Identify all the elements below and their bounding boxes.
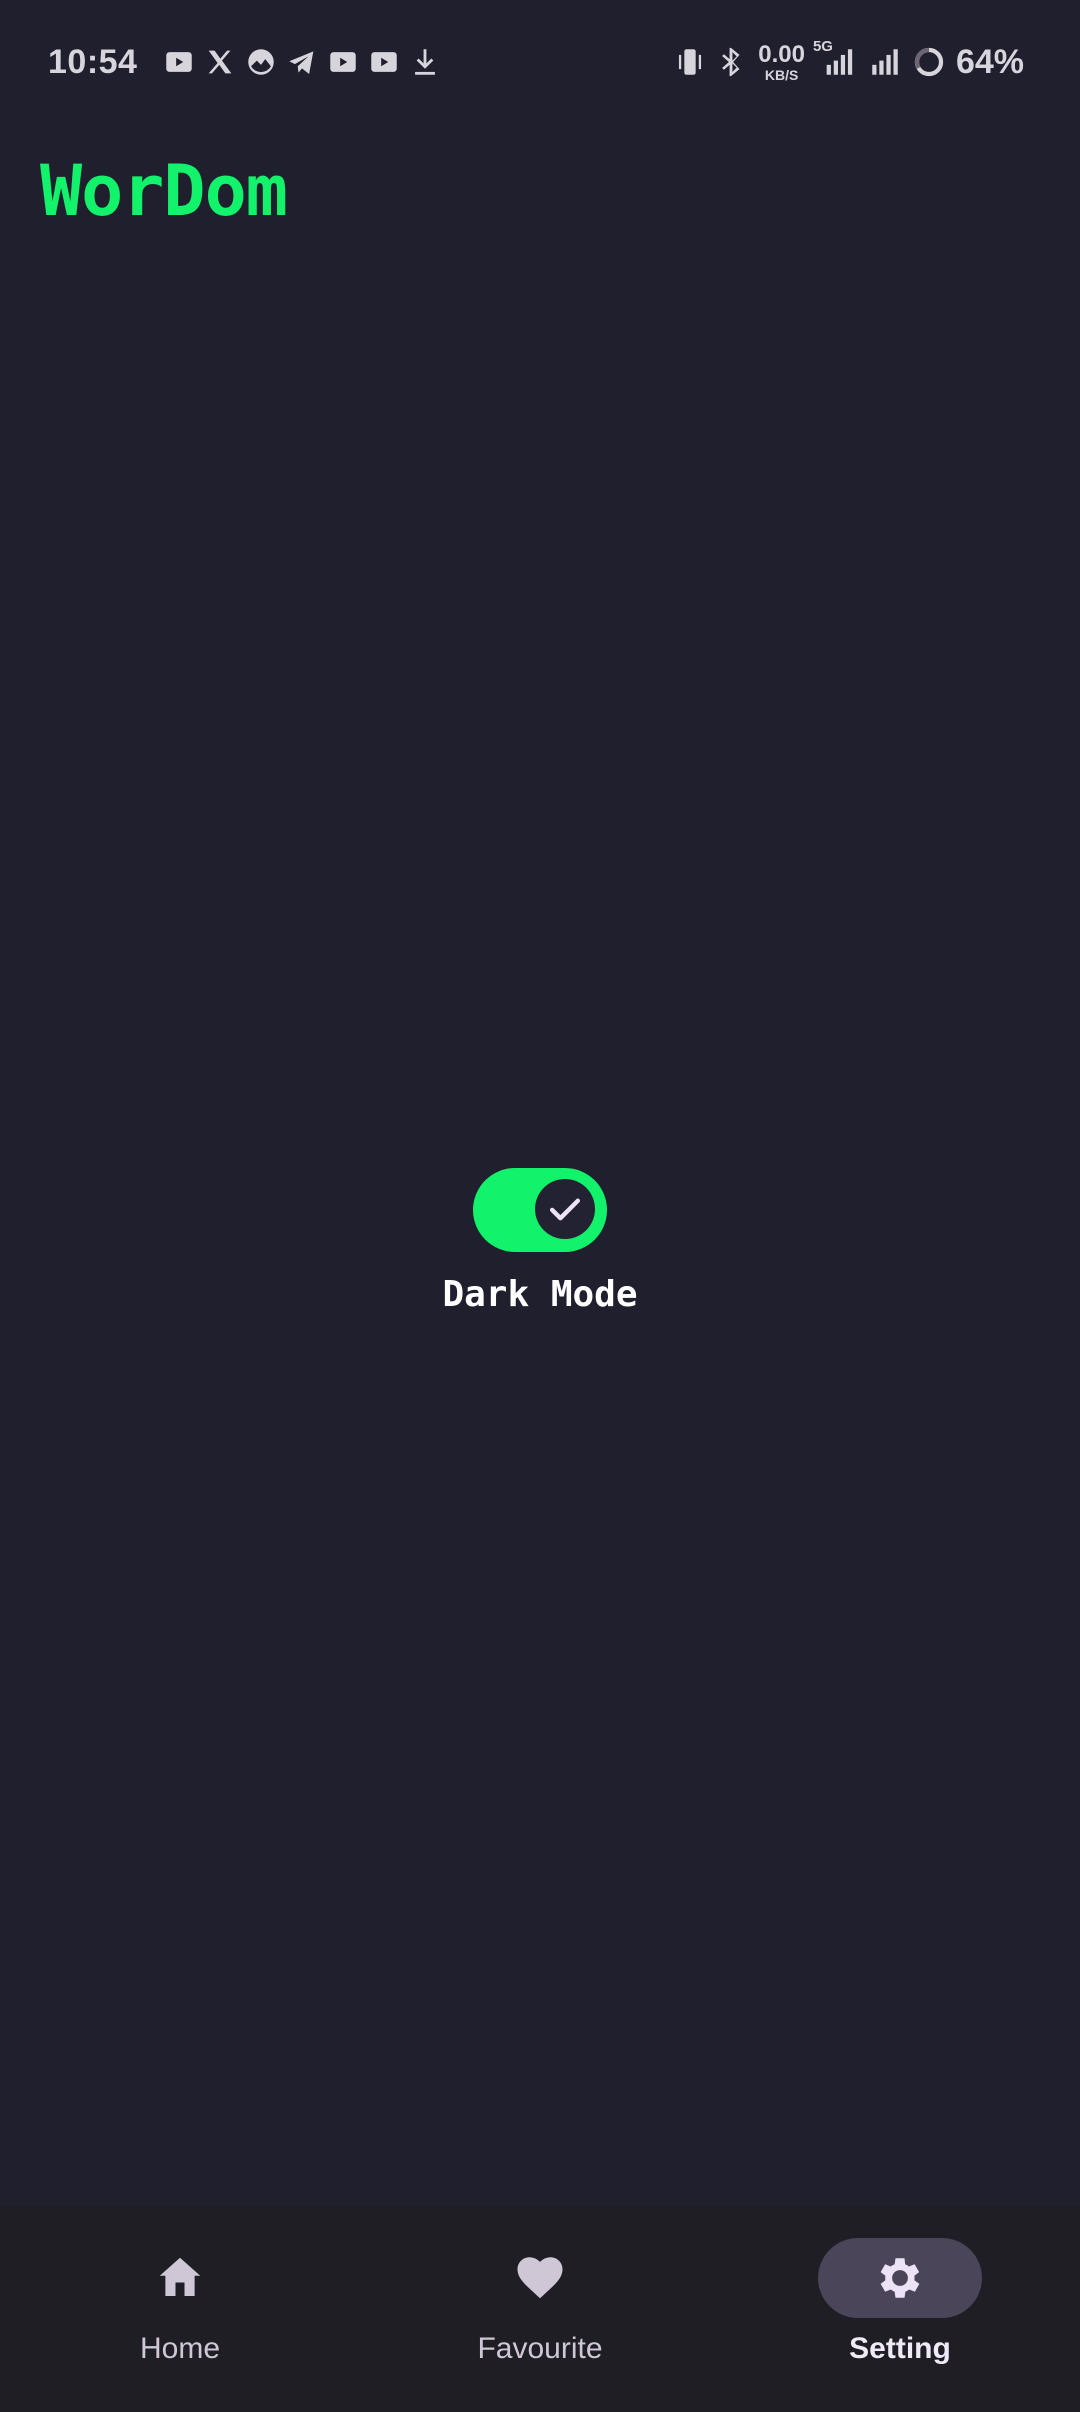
youtube-icon bbox=[364, 42, 404, 82]
dark-mode-label: Dark Mode bbox=[442, 1274, 638, 1315]
nav-label-setting: Setting bbox=[849, 2332, 951, 2365]
bottom-nav: Home Favourite Setting bbox=[0, 2206, 1080, 2412]
gear-icon bbox=[880, 2258, 920, 2298]
vibrate-icon bbox=[670, 42, 710, 82]
dark-mode-switch[interactable] bbox=[473, 1168, 607, 1252]
nav-item-home[interactable]: Home bbox=[20, 2206, 340, 2366]
network-speed: 0.00 KB/S bbox=[758, 40, 805, 83]
network-speed-value: 0.00 bbox=[758, 40, 805, 68]
x-icon bbox=[200, 42, 240, 82]
youtube-icon bbox=[159, 42, 199, 82]
nav-label-home: Home bbox=[139, 2332, 221, 2365]
nav-item-setting[interactable]: Setting bbox=[740, 2206, 1060, 2366]
network-type: 5G bbox=[812, 38, 833, 55]
nav-label-favourite: Favourite bbox=[477, 2332, 603, 2365]
nav-pill-favourite bbox=[458, 2238, 622, 2318]
nav-pill-home bbox=[98, 2238, 262, 2318]
status-bar: 10:54 0.00 KB/S 5G 64% bbox=[0, 0, 1080, 124]
signal-icon: 5G bbox=[813, 38, 861, 82]
status-left: 10:54 bbox=[48, 42, 446, 82]
heart-icon bbox=[517, 2257, 563, 2299]
network-speed-unit: KB/S bbox=[764, 66, 799, 83]
status-right: 0.00 KB/S 5G 64% bbox=[670, 38, 1024, 83]
battery-ring-icon bbox=[909, 42, 949, 82]
download-icon bbox=[405, 42, 445, 82]
signal-icon bbox=[862, 42, 908, 82]
battery-percent: 64% bbox=[955, 42, 1024, 81]
bluetooth-icon bbox=[711, 42, 751, 82]
screen: 10:54 0.00 KB/S 5G 64% WorDom Dark Mode … bbox=[0, 0, 1080, 2412]
nav-item-favourite[interactable]: Favourite bbox=[380, 2206, 700, 2366]
nav-pill-setting bbox=[818, 2238, 982, 2318]
youtube-icon bbox=[323, 42, 363, 82]
status-time: 10:54 bbox=[48, 42, 138, 81]
app-title: WorDom bbox=[40, 150, 288, 232]
telegram-icon bbox=[282, 42, 322, 82]
switch-thumb bbox=[535, 1179, 595, 1239]
home-icon bbox=[159, 2257, 201, 2296]
dark-mode-setting: Dark Mode bbox=[0, 1168, 1080, 1315]
gallery-icon bbox=[241, 42, 281, 82]
check-icon bbox=[549, 1198, 581, 1221]
